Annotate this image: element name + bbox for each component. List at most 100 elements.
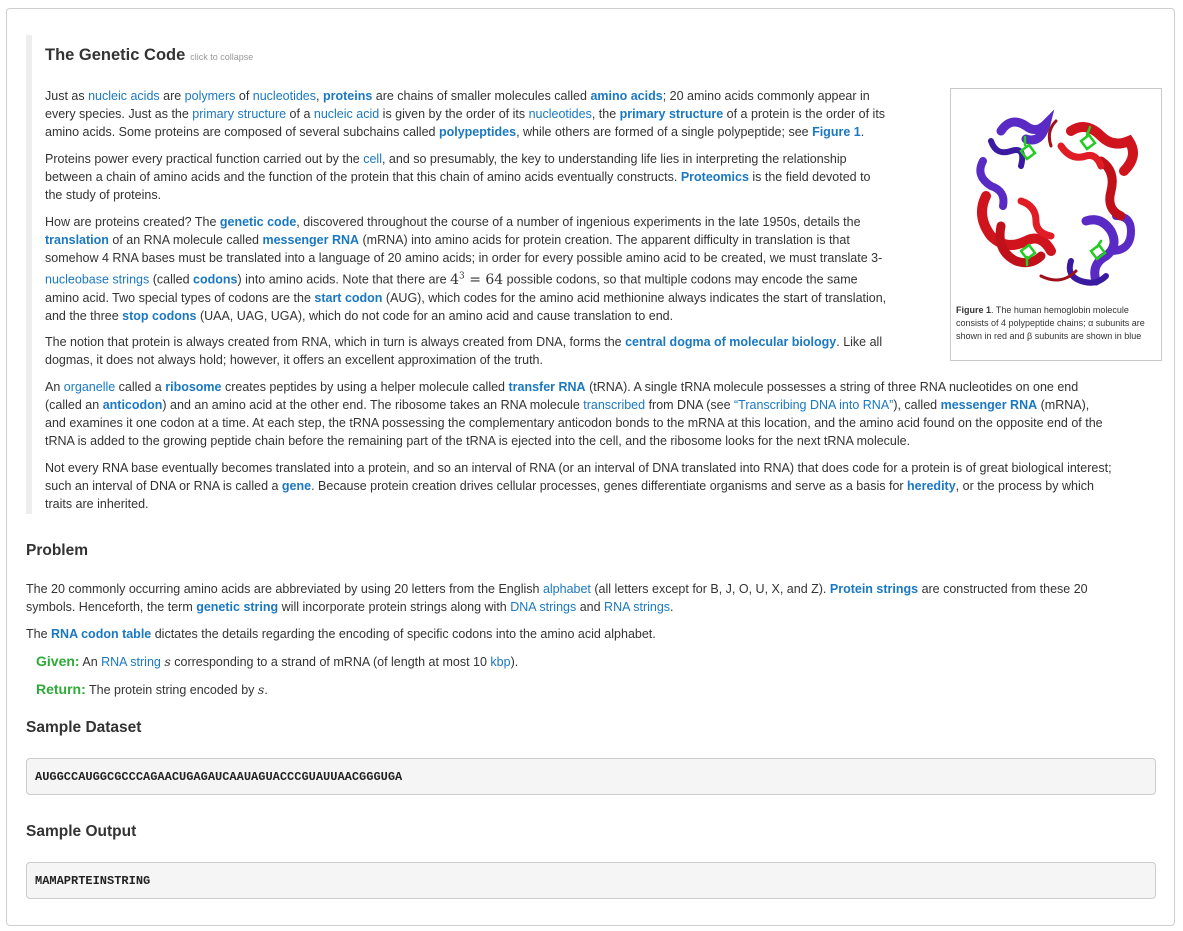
sample-dataset-value: AUGGCCAUGGCGCCCAGAACUGAGAUCAAUAGUACCCGUA… <box>35 770 403 784</box>
link-primary-structure[interactable]: primary structure <box>192 107 286 121</box>
text: The 20 commonly occurring amino acids ar… <box>26 582 543 596</box>
link-gene[interactable]: gene <box>282 479 311 493</box>
link-cell[interactable]: cell <box>363 152 382 166</box>
text: from DNA (see <box>645 398 735 412</box>
link-amino-acids[interactable]: amino acids <box>590 89 662 103</box>
link-nucleotides-2[interactable]: nucleotides <box>529 107 592 121</box>
link-primary-structure-bold[interactable]: primary structure <box>620 107 724 121</box>
text: Proteins power every practical function … <box>45 152 364 166</box>
text: ). <box>510 655 519 669</box>
link-polypeptides[interactable]: polypeptides <box>439 125 516 139</box>
return-line: Return: The protein string encoded by s. <box>36 680 1136 699</box>
text: Just as <box>45 89 89 103</box>
text: An <box>79 655 102 669</box>
text: (all letters except for B, J, O, U, X, a… <box>590 582 830 596</box>
text: of a protein is the order of its <box>723 107 886 121</box>
link-rna-string[interactable]: RNA string <box>101 655 161 669</box>
text: , or the process by which <box>955 479 1094 493</box>
text: , the <box>591 107 620 121</box>
text: (mRNA), <box>1037 398 1090 412</box>
sample-output-box[interactable]: MAMAPRTEINSTRING <box>26 862 1156 899</box>
link-genetic-string[interactable]: genetic string <box>196 600 278 614</box>
text: the study of proteins. <box>45 188 162 202</box>
figure-1: Figure 1. The human hemoglobin molecule … <box>950 88 1162 361</box>
link-transcribed[interactable]: transcribed <box>583 398 645 412</box>
text: and <box>576 600 605 614</box>
paragraph-intro-1: Just as nucleic acids are polymers of nu… <box>45 87 925 141</box>
text: creates peptides by using a helper molec… <box>221 380 509 394</box>
text: . <box>670 600 674 614</box>
return-label: Return: <box>36 681 86 697</box>
link-alphabet[interactable]: alphabet <box>543 582 591 596</box>
sample-dataset-box[interactable]: AUGGCCAUGGCGCCCAGAACUGAGAUCAAUAGUACCCGUA… <box>26 758 1156 795</box>
text: every species. Just as the <box>45 107 193 121</box>
sample-output-value: MAMAPRTEINSTRING <box>35 874 151 888</box>
text: ) into amino acids. Note that there are <box>237 272 451 287</box>
text: traits are inherited. <box>45 497 149 511</box>
text: are constructed from these 20 <box>918 582 1088 596</box>
text: . <box>860 125 865 139</box>
link-kbp[interactable]: kbp <box>490 655 510 669</box>
link-heredity[interactable]: heredity <box>907 479 956 493</box>
link-start-codon[interactable]: start codon <box>314 291 382 305</box>
paragraph-intro-3: How are proteins created? The genetic co… <box>45 213 925 325</box>
section-title[interactable]: The Genetic Code click to collapse <box>45 46 253 66</box>
text: ; 20 amino acids commonly appear in <box>662 89 870 103</box>
title-text: The Genetic Code <box>45 46 186 64</box>
text: and the three <box>45 308 123 323</box>
text: amino acids. Some proteins are composed … <box>45 125 439 139</box>
link-translation[interactable]: translation <box>45 233 109 247</box>
problem-paragraph-1: The 20 commonly occurring amino acids ar… <box>26 580 1156 616</box>
link-dna-strings[interactable]: DNA strings <box>510 600 576 614</box>
link-proteins[interactable]: proteins <box>323 89 372 103</box>
link-genetic-code[interactable]: genetic code <box>220 215 296 229</box>
link-protein-strings[interactable]: Protein strings <box>830 582 918 596</box>
text: and examines it one codon at a time. At … <box>45 416 1103 430</box>
paragraph-intro-5: An organelle called a ribosome creates p… <box>45 378 1160 450</box>
text: of an RNA molecule called <box>108 233 263 247</box>
link-messenger-rna-2[interactable]: messenger RNA <box>941 398 1038 412</box>
math-expression: 43 = 64 <box>450 271 503 288</box>
text: (called <box>149 272 194 287</box>
text: The notion that protein is always create… <box>45 335 626 349</box>
link-nucleic-acid[interactable]: nucleic acid <box>314 107 379 121</box>
link-stop-codons[interactable]: stop codons <box>122 309 196 323</box>
link-codons[interactable]: codons <box>193 273 237 287</box>
link-rna-codon-table[interactable]: RNA codon table <box>51 627 151 641</box>
text: . <box>264 683 268 697</box>
collapse-hint[interactable]: click to collapse <box>190 52 253 62</box>
text: Not every RNA base eventually becomes tr… <box>45 461 1112 475</box>
link-nucleic-acids[interactable]: nucleic acids <box>88 89 160 103</box>
text: will incorporate protein strings along w… <box>278 600 511 614</box>
link-proteomics[interactable]: Proteomics <box>681 170 749 184</box>
text: (mRNA) into amino acids for protein crea… <box>359 233 850 247</box>
link-central-dogma[interactable]: central dogma of molecular biology <box>625 335 836 349</box>
link-transcribing-dna[interactable]: “Transcribing DNA into RNA” <box>734 398 893 412</box>
text: The protein string encoded by <box>85 683 258 697</box>
text: symbols. Henceforth, the term <box>26 600 197 614</box>
link-messenger-rna[interactable]: messenger RNA <box>262 233 359 247</box>
math-base: 4 <box>450 271 460 288</box>
problem-heading: Problem <box>26 542 89 559</box>
link-rna-strings[interactable]: RNA strings <box>604 600 670 614</box>
link-nucleobase-strings[interactable]: nucleobase strings <box>45 273 149 287</box>
text: . Like all <box>836 335 883 349</box>
text: , while others are formed of a single po… <box>516 125 813 139</box>
text: of a <box>286 107 314 121</box>
link-figure-1[interactable]: Figure 1 <box>812 125 861 139</box>
sample-output-heading: Sample Output <box>26 823 137 840</box>
link-nucleotides[interactable]: nucleotides <box>253 89 316 103</box>
link-organelle[interactable]: organelle <box>64 380 115 394</box>
link-transfer-rna[interactable]: transfer RNA <box>508 380 585 394</box>
text: dictates the details regarding the encod… <box>151 627 656 641</box>
text: , and so presumably, the key to understa… <box>381 152 847 166</box>
given-label: Given: <box>36 653 80 669</box>
link-polymers[interactable]: polymers <box>185 89 236 103</box>
text: (AUG), which codes for the amino acid me… <box>382 290 887 305</box>
figure-caption: Figure 1. The human hemoglobin molecule … <box>956 304 1156 343</box>
text: dogmas, it does not always hold; however… <box>45 353 543 367</box>
problem-paragraph-2: The RNA codon table dictates the details… <box>26 625 1156 643</box>
link-ribosome[interactable]: ribosome <box>165 380 221 394</box>
text: How are proteins created? The <box>45 215 220 229</box>
link-anticodon[interactable]: anticodon <box>103 398 163 412</box>
